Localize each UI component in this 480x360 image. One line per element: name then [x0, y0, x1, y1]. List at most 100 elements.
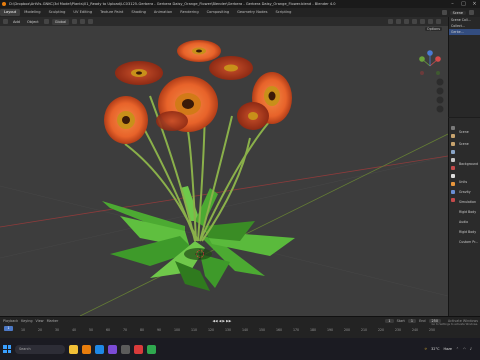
blender-taskbar-icon[interactable]: [82, 344, 91, 354]
minimize-button[interactable]: –: [447, 0, 458, 8]
perspective-toggle-icon[interactable]: [436, 105, 444, 113]
output-tab-icon[interactable]: [449, 140, 456, 147]
gizmo-y-axis[interactable]: [419, 56, 425, 62]
windows-start-icon[interactable]: [3, 345, 11, 353]
viewport-canvas[interactable]: [0, 26, 448, 316]
gizmo-x-axis[interactable]: [435, 56, 441, 62]
simulation-section[interactable]: Simulation: [459, 200, 476, 204]
tick-label: 110: [191, 328, 198, 332]
taskbar-search[interactable]: Search: [15, 344, 65, 354]
tick-label: 230: [395, 328, 402, 332]
gravity-section[interactable]: Gravity: [459, 190, 471, 194]
pan-hand-icon[interactable]: [436, 87, 444, 95]
wifi-icon[interactable]: ◠: [463, 347, 466, 351]
audio-section[interactable]: Audio: [459, 220, 468, 224]
rigid-body-world-section[interactable]: Rigid Body: [459, 230, 476, 234]
play-controls-icon[interactable]: ◀◀ ◀ ▶ ▶▶: [212, 319, 231, 323]
keying-menu[interactable]: Keying: [21, 319, 32, 323]
close-button[interactable]: ×: [469, 0, 480, 8]
snap-icon[interactable]: [80, 19, 86, 24]
chrome-icon[interactable]: [147, 344, 156, 354]
tab-animation[interactable]: Animation: [150, 9, 176, 16]
tool-tab-icon[interactable]: [449, 124, 456, 131]
tray-chevron-icon[interactable]: ⌃: [456, 347, 459, 351]
tick-label: 20: [38, 328, 43, 332]
world-tab-icon[interactable]: [449, 164, 456, 171]
playhead[interactable]: 1: [4, 326, 13, 331]
navigation-gizmo[interactable]: [419, 50, 441, 75]
shading-material-icon[interactable]: [428, 19, 433, 24]
flower-7: [237, 102, 269, 130]
shading-solid-icon[interactable]: [420, 19, 425, 24]
tick-label: 250: [429, 328, 436, 332]
view-menu[interactable]: View: [36, 319, 44, 323]
scene-tab-icon[interactable]: [449, 156, 456, 163]
custom-properties-section[interactable]: Custom Pr...: [459, 240, 478, 244]
timeline-controls: Playback Keying View Marker ◀◀ ◀ ▶ ▶▶ 1 …: [0, 317, 448, 325]
menu-object[interactable]: Object: [25, 20, 41, 24]
tab-rendering[interactable]: Rendering: [176, 9, 202, 16]
marker-menu[interactable]: Marker: [47, 319, 59, 323]
units-section[interactable]: Units: [459, 180, 467, 184]
viewport-nav-buttons: [436, 78, 444, 113]
app-icon[interactable]: [134, 344, 143, 354]
outliner-row[interactable]: Gerbe...: [449, 29, 480, 35]
timeline-ruler[interactable]: 0 10 20 30 40 50 60 70 80 90 100 110 120…: [0, 326, 448, 338]
tab-texture-paint[interactable]: Texture Paint: [96, 9, 127, 16]
3d-viewport[interactable]: Options: [0, 26, 448, 316]
camera-view-icon[interactable]: [436, 96, 444, 104]
scene-section[interactable]: Scene: [459, 142, 469, 146]
xray-icon[interactable]: [412, 19, 417, 24]
app-icon[interactable]: [121, 344, 130, 354]
blender-window: D:\Dropbox\ArtVis-GNKC\3d Model\Plants\0…: [0, 0, 480, 360]
menu-add[interactable]: Add: [11, 20, 22, 24]
file-explorer-icon[interactable]: [69, 344, 78, 354]
timeline-editor: Playback Keying View Marker ◀◀ ◀ ▶ ▶▶ 1 …: [0, 316, 480, 338]
zoom-icon[interactable]: [436, 78, 444, 86]
maximize-button[interactable]: □: [458, 0, 469, 8]
transform-orientation-icon: [43, 19, 49, 24]
system-tray: ☼ 32°C Haze ⌃ ◠ ♪: [424, 347, 480, 351]
gizmo-icon[interactable]: [396, 19, 401, 24]
tab-layout[interactable]: Layout: [0, 9, 21, 16]
proportional-edit-icon[interactable]: [88, 19, 94, 24]
playback-menu[interactable]: Playback: [3, 319, 18, 323]
weather-icon[interactable]: ☼: [424, 347, 427, 351]
app-icon[interactable]: [108, 344, 117, 354]
material-tab-icon[interactable]: [449, 196, 456, 203]
gizmo-z-axis[interactable]: [427, 50, 433, 56]
tab-modeling[interactable]: Modeling: [20, 9, 44, 16]
view-layer-icon[interactable]: [469, 10, 474, 15]
rigid-body-section[interactable]: Rigid Body: [459, 210, 476, 214]
tick-label: 150: [259, 328, 266, 332]
collection-tab-icon[interactable]: [449, 172, 456, 179]
shading-rendered-icon[interactable]: [436, 19, 441, 24]
tick-label: 70: [123, 328, 128, 332]
editor-type-icon[interactable]: [3, 19, 8, 24]
tick-label: 170: [293, 328, 300, 332]
flower-5: [104, 96, 148, 144]
tick-label: 10: [21, 328, 26, 332]
edge-browser-icon[interactable]: [95, 344, 104, 354]
tab-sculpting[interactable]: Sculpting: [45, 9, 70, 16]
start-frame-field[interactable]: 1: [407, 319, 417, 323]
tab-shading[interactable]: Shading: [127, 9, 150, 16]
tab-compositing[interactable]: Compositing: [203, 9, 234, 16]
pivot-icon[interactable]: [72, 19, 78, 24]
volume-icon[interactable]: ♪: [470, 347, 472, 351]
tab-scripting[interactable]: Scripting: [271, 9, 295, 16]
background-section[interactable]: Background: [459, 162, 478, 166]
visibility-icon[interactable]: [388, 19, 393, 24]
options-button[interactable]: Options: [424, 27, 442, 31]
object-tab-icon[interactable]: [449, 180, 456, 187]
modifier-tab-icon[interactable]: [449, 188, 456, 195]
tab-uv-editing[interactable]: UV Editing: [69, 9, 96, 16]
overlay-icon[interactable]: [404, 19, 409, 24]
tab-geometry-nodes[interactable]: Geometry Nodes: [233, 9, 271, 16]
render-tab-icon[interactable]: [449, 132, 456, 139]
tick-label: 140: [242, 328, 249, 332]
view-layer-tab-icon[interactable]: [449, 148, 456, 155]
orientation-dropdown[interactable]: Global: [51, 18, 70, 25]
scene-field[interactable]: Scene: [449, 10, 466, 15]
current-frame-field[interactable]: 1: [385, 319, 394, 323]
